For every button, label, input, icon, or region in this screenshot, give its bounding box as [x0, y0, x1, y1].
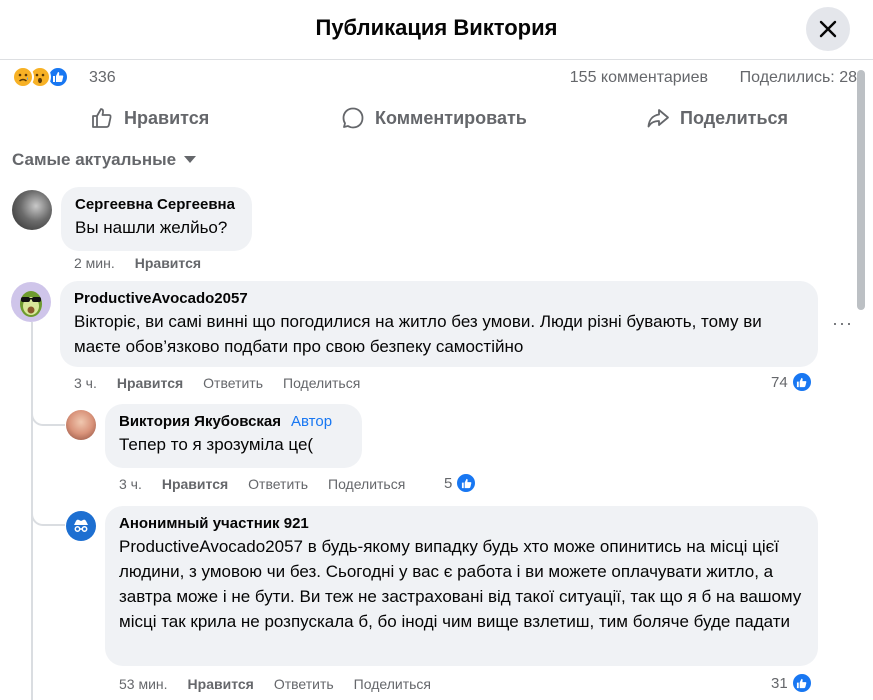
comment-text: Тепер то я зрозуміла це(	[119, 435, 314, 454]
comment-bubble: Сергеевна Сергеевна Вы нашли желйьо?	[61, 187, 252, 251]
share-icon	[647, 109, 669, 128]
comment-bubble: Анонимный участник 921 ProductiveAvocado…	[105, 506, 818, 666]
comment-icon	[342, 107, 364, 129]
comment-like-button[interactable]: Нравится	[162, 476, 228, 492]
comment-author[interactable]: Виктория Якубовская Автор	[119, 412, 348, 432]
comment-like-button[interactable]: Нравится	[135, 255, 201, 271]
comment-like-button[interactable]: Нравится	[117, 375, 183, 391]
reply-connector	[31, 400, 65, 426]
shares-count[interactable]: Поделились: 28	[740, 69, 857, 87]
comments-count[interactable]: 155 комментариев	[570, 69, 708, 87]
comment-share-button[interactable]: Поделиться	[328, 476, 405, 492]
reply-connector	[31, 500, 65, 526]
like-button[interactable]: Нравится	[90, 102, 209, 134]
close-button[interactable]	[806, 7, 850, 51]
comment-time[interactable]: 3 ч.	[119, 476, 142, 492]
comment-meta: 2 мин. Нравится	[74, 255, 201, 271]
reaction-icons[interactable]	[12, 66, 82, 90]
sort-dropdown[interactable]: Самые актуальные	[12, 150, 197, 170]
share-button-label: Поделиться	[680, 107, 789, 128]
author-badge: Автор	[291, 413, 333, 430]
comment-author[interactable]: Сергеевна Сергеевна	[75, 195, 238, 215]
more-icon: ···	[832, 313, 853, 333]
comment-author-name[interactable]: Виктория Якубовская	[119, 413, 281, 430]
like-badge-icon	[455, 472, 478, 494]
comment-share-button[interactable]: Поделиться	[283, 375, 360, 391]
comment-share-button[interactable]: Поделиться	[354, 676, 431, 692]
comment-bubble: Виктория Якубовская Автор Тепер то я зроз…	[105, 404, 362, 468]
like-badge-icon	[790, 672, 813, 694]
avatar[interactable]	[66, 410, 96, 440]
avocado-avatar-icon	[20, 291, 42, 317]
caret-down-icon	[184, 156, 197, 163]
close-icon	[819, 20, 837, 38]
sad-reaction-icon	[12, 66, 34, 88]
avatar[interactable]	[12, 190, 52, 230]
post-stats: 336 155 комментариев Поделились: 28	[0, 64, 873, 94]
share-button[interactable]: Поделиться	[646, 102, 788, 134]
comment-text: Вы нашли желйьо?	[75, 218, 228, 237]
comment-likes[interactable]: 31	[771, 672, 813, 694]
more-options-button[interactable]: ···	[832, 313, 853, 334]
comment-author[interactable]: ProductiveAvocado2057	[74, 289, 804, 309]
comment-bubble: ProductiveAvocado2057 Вікторіє, ви самі …	[60, 281, 818, 367]
comment-button[interactable]: Комментировать	[341, 102, 527, 134]
comment-reply-button[interactable]: Ответить	[248, 476, 308, 492]
comment-author[interactable]: Анонимный участник 921	[119, 514, 804, 534]
comment-meta: 3 ч. Нравится Ответить Поделиться	[74, 375, 360, 391]
comment-text: ProductiveAvocado2057 в будь-якому випад…	[119, 537, 802, 631]
like-badge-icon	[790, 371, 813, 393]
sort-label: Самые актуальные	[12, 150, 177, 169]
comment-likes[interactable]: 74	[771, 371, 813, 393]
comment-reply-button[interactable]: Ответить	[203, 375, 263, 391]
comment-reply-button[interactable]: Ответить	[274, 676, 334, 692]
comment-meta: 53 мин. Нравится Ответить Поделиться	[119, 676, 431, 692]
comment-meta: 3 ч. Нравится Ответить Поделиться	[119, 476, 405, 492]
comment-button-label: Комментировать	[375, 107, 527, 128]
comment-likes[interactable]: 5	[444, 472, 478, 494]
page-title: Публикация Виктория	[315, 15, 558, 40]
reactions-count[interactable]: 336	[89, 69, 116, 87]
avatar[interactable]	[11, 282, 51, 322]
comment-text: Вікторіє, ви самі винні що погодилися на…	[74, 312, 762, 356]
comment-time[interactable]: 3 ч.	[74, 375, 97, 391]
comment-likes-count: 74	[771, 373, 788, 391]
thumbs-up-icon	[92, 108, 112, 128]
comment-like-button[interactable]: Нравится	[188, 676, 254, 692]
post-actions: Нравится Комментировать Поделиться	[0, 98, 873, 138]
dialog-header: Публикация Виктория	[0, 0, 873, 60]
anonymous-member-icon	[74, 519, 88, 532]
comment-time[interactable]: 53 мин.	[119, 676, 168, 692]
comment-likes-count: 5	[444, 474, 453, 492]
like-button-label: Нравится	[124, 107, 210, 128]
comment-time[interactable]: 2 мин.	[74, 255, 115, 271]
avatar[interactable]	[66, 511, 96, 541]
comment-likes-count: 31	[771, 674, 788, 692]
